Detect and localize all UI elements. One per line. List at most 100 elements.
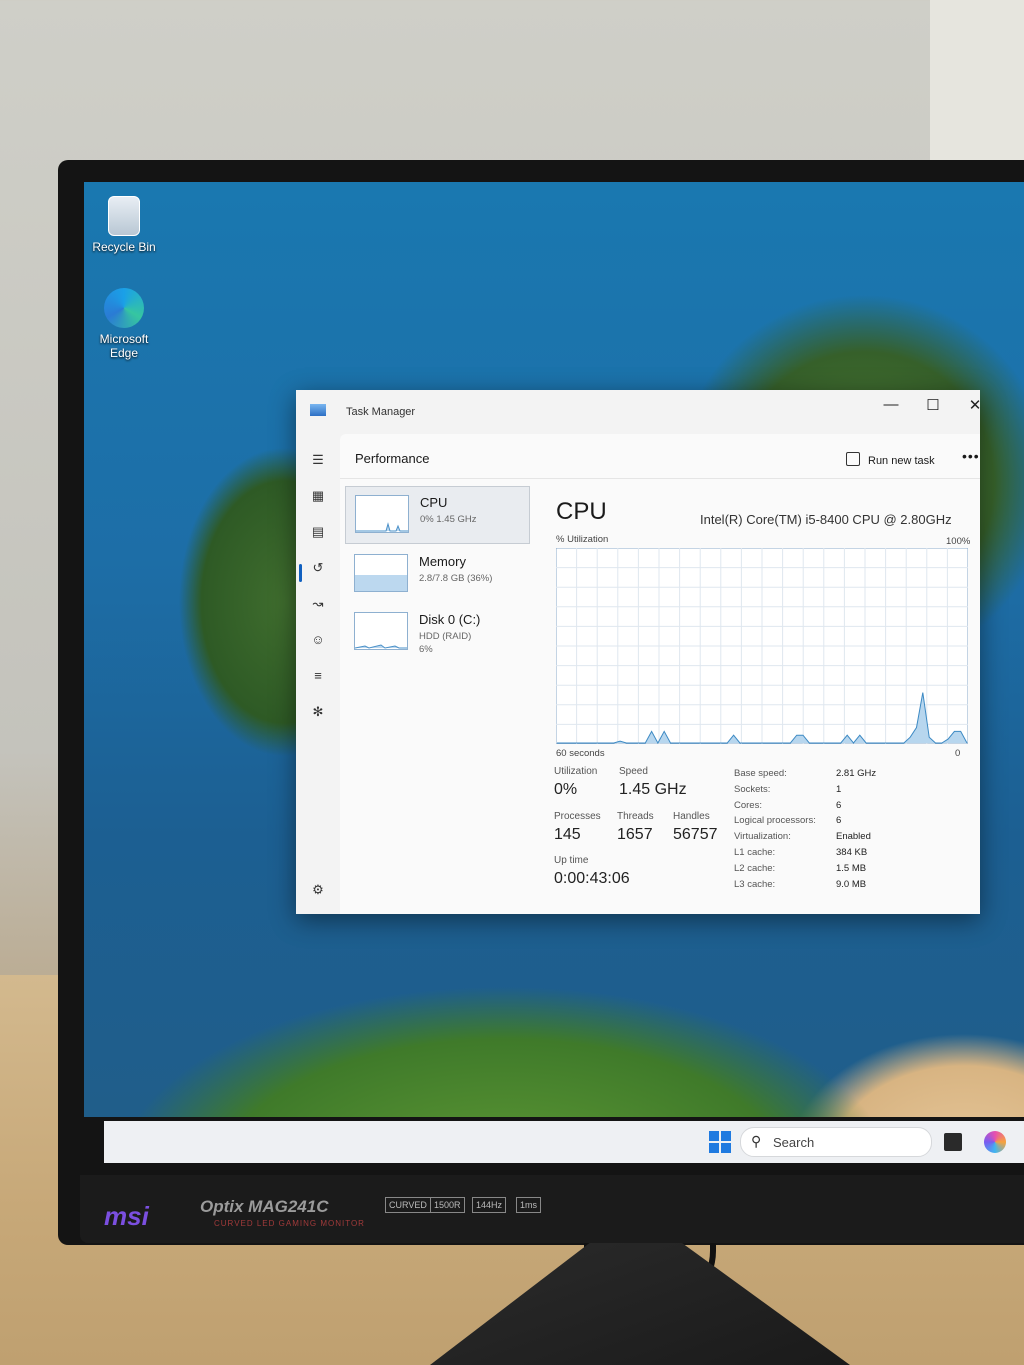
model-name: Optix MAG241C [200, 1197, 329, 1216]
utilization-max-label: 100% [946, 536, 971, 547]
close-button[interactable]: ✕ [960, 396, 980, 414]
performance-icon[interactable]: ▤ [308, 522, 328, 542]
brand-logo: msi [104, 1201, 149, 1231]
property-value: 1 [836, 783, 842, 795]
processes-icon[interactable]: ▦ [308, 486, 328, 506]
monitor-chin: msi Optix MAG241C CURVED LED GAMING MONI… [80, 1175, 1024, 1243]
resource-item-memory[interactable]: Memory 2.8/7.8 GB (36%) [345, 546, 530, 602]
task-manager-window: Task Manager — ☐ ✕ ☰ ▦ ▤ ↺ ↝ ☺ ≡ ✻ ⚙ Per… [296, 390, 980, 914]
desktop-icon-recycle-bin[interactable]: Recycle Bin [84, 196, 164, 254]
performance-title: CPU [556, 498, 607, 525]
stat-handles: Handles 56757 [673, 811, 718, 844]
search-label: Search [773, 1135, 815, 1150]
desktop-icon-edge[interactable]: Microsoft Edge [84, 288, 164, 360]
resource-detail: HDD (RAID) 6% [419, 630, 471, 656]
more-options-button[interactable]: ••• [962, 448, 980, 464]
property-value: 6 [836, 815, 842, 827]
property-key: Logical processors: [734, 815, 816, 827]
resource-item-disk[interactable]: Disk 0 (C:) HDD (RAID) 6% [345, 604, 530, 660]
stat-label: Processes [554, 811, 601, 822]
resource-detail: 0% 1.45 GHz [420, 514, 477, 525]
edge-label: Microsoft Edge [99, 332, 149, 360]
property-value: Enabled [836, 831, 871, 843]
property-value: 384 KB [836, 846, 868, 858]
recycle-bin-icon [108, 196, 140, 236]
cpu-thumbnail-svg [356, 522, 408, 532]
panel-header: Performance Run new task ••• [340, 434, 980, 479]
property-row: Logical processors: 6 [734, 815, 934, 831]
start-button[interactable] [709, 1131, 731, 1153]
stat-label: Utilization [554, 766, 598, 777]
services-icon[interactable]: ✻ [308, 702, 328, 722]
taskbar: ⚲ Search [104, 1121, 1024, 1163]
stat-label: Up time [554, 855, 589, 866]
model-subtitle: CURVED LED GAMING MONITOR [214, 1219, 365, 1228]
property-key: L1 cache: [734, 846, 776, 858]
property-row: Virtualization: Enabled [734, 831, 934, 847]
hamburger-icon[interactable]: ☰ [308, 450, 328, 470]
stat-utilization: Utilization 0% [554, 766, 597, 799]
recycle-bin-label: Recycle Bin [92, 240, 156, 254]
property-row: Cores: 6 [734, 800, 934, 816]
time-span-label: 60 seconds [556, 748, 605, 759]
resource-item-cpu[interactable]: CPU 0% 1.45 GHz [345, 486, 530, 544]
taskbar-search[interactable]: ⚲ Search [740, 1127, 932, 1157]
run-task-icon [846, 452, 860, 466]
title-bar[interactable]: Task Manager — ☐ ✕ [296, 390, 980, 434]
copilot-icon[interactable] [984, 1131, 1006, 1153]
property-key: L3 cache: [734, 878, 776, 890]
stat-uptime: Up time 0:00:43:06 [554, 855, 630, 888]
feature-badge: 1ms [516, 1197, 542, 1213]
window-title: Task Manager [346, 406, 416, 418]
time-zero-label: 0 [955, 748, 961, 759]
maximize-button[interactable]: ☐ [918, 396, 948, 414]
feature-badge: 1500R [430, 1197, 465, 1213]
property-row: Base speed: 2.81 GHz [734, 768, 934, 784]
cpu-model: Intel(R) Core(TM) i5-8400 CPU @ 2.80GHz [700, 512, 952, 527]
stat-value: 56757 [673, 826, 718, 843]
resource-name: Disk 0 (C:) [419, 612, 481, 627]
property-key: Base speed: [734, 768, 787, 779]
utilization-axis-label: % Utilization [556, 534, 609, 545]
startup-icon[interactable]: ↝ [308, 594, 328, 614]
stat-value: 145 [554, 826, 581, 843]
search-icon: ⚲ [751, 1133, 762, 1149]
cpu-utilization-graph [556, 548, 968, 744]
feature-badge: CURVED [385, 1197, 431, 1213]
disk-type: HDD (RAID) [419, 631, 472, 642]
task-view-icon[interactable] [944, 1133, 962, 1151]
stat-label: Speed [619, 766, 648, 777]
minimize-button[interactable]: — [876, 396, 906, 413]
disk-usage: 6% [419, 644, 433, 655]
run-new-task-button[interactable]: Run new task [846, 452, 935, 467]
property-row: L3 cache: 9.0 MB [734, 879, 934, 895]
stat-value: 0% [554, 781, 578, 798]
details-icon[interactable]: ≡ [308, 666, 328, 686]
navigation-sidebar: ☰ ▦ ▤ ↺ ↝ ☺ ≡ ✻ ⚙ [296, 434, 340, 914]
stat-processes: Processes 145 [554, 811, 601, 844]
property-value: 2.81 GHz [836, 768, 877, 779]
stat-value: 0:00:43:06 [554, 870, 630, 887]
stat-value: 1657 [617, 826, 653, 843]
property-row: L2 cache: 1.5 MB [734, 863, 934, 879]
settings-icon[interactable]: ⚙ [308, 880, 328, 900]
run-task-label: Run new task [868, 455, 935, 467]
property-key: L2 cache: [734, 862, 776, 874]
feature-badge: 144Hz [472, 1197, 507, 1213]
page-title: Performance [355, 451, 430, 466]
property-value: 6 [836, 799, 842, 811]
task-manager-logo-icon [310, 404, 326, 416]
users-icon[interactable]: ☺ [308, 630, 328, 650]
property-key: Virtualization: [734, 831, 791, 843]
disk-thumbnail-svg [355, 644, 407, 649]
cpu-thumbnail-graph [355, 495, 409, 533]
stat-label: Threads [617, 811, 654, 822]
cpu-properties: Base speed: 2.81 GHz Sockets: 1 Cores: 6 Lo… [734, 768, 934, 894]
stat-threads: Threads 1657 [617, 811, 654, 844]
performance-panel: Performance Run new task ••• CPU 0% 1.45… [340, 434, 980, 914]
app-history-icon[interactable]: ↺ [308, 558, 328, 578]
property-row: Sockets: 1 [734, 784, 934, 800]
property-row: L1 cache: 384 KB [734, 847, 934, 863]
resource-list: CPU 0% 1.45 GHz Memory 2.8/7.8 GB (36%) … [345, 486, 530, 662]
active-nav-indicator [299, 564, 302, 582]
